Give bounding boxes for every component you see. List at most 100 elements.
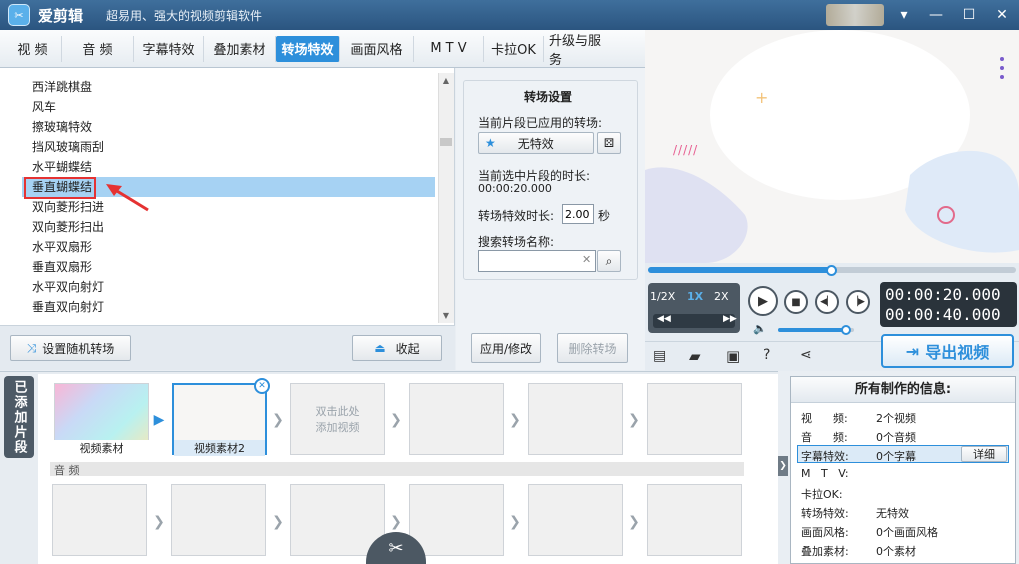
list-item[interactable]: 水平蝴蝶结 <box>32 157 92 177</box>
speed-half-button[interactable]: 1/2X <box>650 290 675 303</box>
list-item[interactable]: 垂直双扇形 <box>32 257 92 277</box>
empty-audio-slot[interactable] <box>52 484 147 556</box>
volume-handle[interactable] <box>841 325 852 335</box>
clear-search-icon[interactable]: ✕ <box>582 253 591 266</box>
save-icon[interactable]: ▣ <box>726 347 740 365</box>
search-icon[interactable]: ⌕ <box>597 250 621 272</box>
tab-subtitle-effects[interactable]: 字幕特效 <box>134 35 204 62</box>
empty-audio-slot[interactable] <box>528 484 623 556</box>
list-item[interactable]: 西洋跳棋盘 <box>32 77 92 97</box>
next-frame-button[interactable]: ▕▶ <box>846 290 870 314</box>
title-bar: ✂ 爱剪辑 超易用、强大的视频剪辑软件 ▾ — ☐ ✕ <box>0 0 1019 30</box>
collapse-icon: ⏏ <box>374 341 386 355</box>
add-video-slot[interactable]: 双击此处 添加视频 <box>290 383 385 455</box>
user-avatar[interactable] <box>826 4 884 26</box>
applied-transition-label: 当前片段已应用的转场: <box>478 116 603 130</box>
transition-arrow-icon: ❯ <box>509 514 521 530</box>
search-transition-input[interactable] <box>478 250 596 272</box>
applied-transition-field[interactable]: ★ 无特效 <box>478 132 594 154</box>
info-row-video: 视 频: 2个视频 <box>801 410 916 426</box>
stop-button[interactable]: ■ <box>784 290 808 314</box>
info-row-subtitles: 字幕特效: 0个字幕 <box>801 448 916 464</box>
player-controls: 1/2X 1X 2X ◀◀ ▶▶ ▶ ■ ◀▏ ▕▶ 🔈 00:00:20.00… <box>645 263 1019 341</box>
maximize-button[interactable]: ☐ <box>958 4 980 26</box>
open-folder-icon[interactable]: ▰ <box>689 347 701 365</box>
apply-modify-button[interactable]: 应用/修改 <box>471 333 541 363</box>
empty-audio-slot[interactable] <box>409 484 504 556</box>
info-key: 音 频: <box>801 431 848 444</box>
scroll-down-icon[interactable]: ▼ <box>438 308 454 322</box>
export-video-button[interactable]: ⇥ 导出视频 <box>881 334 1014 368</box>
total-time: 00:00:40.000 <box>885 305 1001 324</box>
share-icon[interactable]: ⋖ <box>800 347 812 363</box>
help-icon[interactable]: ? <box>763 347 770 363</box>
speed-2x-button[interactable]: 2X <box>714 290 729 303</box>
play-button[interactable]: ▶ <box>748 286 778 316</box>
video-preview: + ///// <box>645 30 1019 263</box>
fast-forward-icon[interactable]: ▶▶ <box>723 314 737 324</box>
dropdown-menu-icon[interactable]: ▾ <box>893 4 915 26</box>
list-item[interactable]: 双向菱形扫出 <box>32 217 104 237</box>
empty-clip-slot[interactable] <box>409 383 504 455</box>
current-time: 00:00:20.000 <box>885 285 1001 304</box>
list-item[interactable]: 水平双扇形 <box>32 237 92 257</box>
speed-1x-button[interactable]: 1X <box>687 290 703 303</box>
tab-karaoke[interactable]: 卡拉OK <box>484 35 544 62</box>
volume-icon[interactable]: 🔈 <box>753 322 767 335</box>
transition-arrow-icon: ❯ <box>390 514 402 530</box>
search-transition-label: 搜索转场名称: <box>478 235 555 249</box>
random-transition-button[interactable]: ⤨ 设置随机转场 <box>10 335 131 361</box>
volume-fill <box>778 328 847 332</box>
app-name: 爱剪辑 <box>38 7 84 25</box>
empty-clip-slot[interactable] <box>528 383 623 455</box>
previous-frame-button[interactable]: ◀▏ <box>815 290 839 314</box>
effect-duration-input[interactable] <box>562 204 594 224</box>
list-item[interactable]: 双向菱形扫进 <box>32 197 104 217</box>
list-item[interactable]: 挡风玻璃雨刮 <box>32 137 104 157</box>
new-project-icon[interactable]: ▤ <box>653 348 666 364</box>
collapse-button[interactable]: ⏏ 收起 <box>352 335 442 361</box>
random-transition-label: 设置随机转场 <box>42 341 115 356</box>
tab-overlay[interactable]: 叠加素材 <box>204 35 276 62</box>
empty-clip-slot[interactable] <box>647 383 742 455</box>
list-item[interactable]: 风车 <box>32 97 56 117</box>
minimize-button[interactable]: — <box>925 4 947 26</box>
applied-transition-value: 无特效 <box>517 136 554 151</box>
info-row-transitions: 转场特效: 无特效 <box>801 505 909 521</box>
svg-text://///: ///// <box>673 143 698 157</box>
rewind-icon[interactable]: ◀◀ <box>657 314 671 324</box>
transition-arrow-icon[interactable]: ▶ <box>152 412 166 428</box>
details-button[interactable]: 详细 <box>961 446 1007 462</box>
transition-arrow-icon[interactable]: ❯ <box>271 412 285 428</box>
tab-upgrade-services[interactable]: 升级与服务 <box>544 34 618 68</box>
list-item[interactable]: 擦玻璃特效 <box>32 117 92 137</box>
scroll-up-icon[interactable]: ▲ <box>438 73 454 87</box>
tab-mtv[interactable]: M T V <box>414 35 484 62</box>
transition-arrow-icon: ❯ <box>628 514 640 530</box>
empty-audio-slot[interactable] <box>647 484 742 556</box>
info-row-overlay: 叠加素材: 0个素材 <box>801 543 916 559</box>
info-key: 字幕特效: <box>801 450 849 463</box>
transition-arrow-icon[interactable]: ❯ <box>389 412 403 428</box>
added-clips-tab[interactable]: 已添加片段 <box>4 376 34 458</box>
tab-audio[interactable]: 音 频 <box>62 35 134 62</box>
delete-transition-button[interactable]: 删除转场 <box>557 333 628 363</box>
list-item[interactable]: 垂直双向射灯 <box>32 297 104 317</box>
transition-arrow-icon[interactable]: ❯ <box>508 412 522 428</box>
list-item[interactable]: 水平双向射灯 <box>32 277 104 297</box>
transition-arrow-icon[interactable]: ❯ <box>627 412 641 428</box>
empty-audio-slot[interactable] <box>171 484 266 556</box>
tab-picture-style[interactable]: 画面风格 <box>340 35 414 62</box>
info-row-audio: 音 频: 0个音频 <box>801 429 916 445</box>
progress-handle[interactable] <box>826 265 837 276</box>
scroll-thumb[interactable] <box>440 138 452 146</box>
info-row-karaoke: 卡拉OK: <box>801 486 876 502</box>
expand-panel-icon[interactable]: ❯ <box>778 456 788 476</box>
remove-clip-icon[interactable]: ✕ <box>254 378 270 394</box>
dice-random-icon[interactable]: ⚄ <box>597 132 621 154</box>
tab-video[interactable]: 视 频 <box>4 35 62 62</box>
list-scrollbar[interactable] <box>438 73 454 323</box>
progress-fill <box>648 267 832 273</box>
tab-transitions[interactable]: 转场特效 <box>276 35 340 62</box>
close-button[interactable]: ✕ <box>991 4 1013 26</box>
